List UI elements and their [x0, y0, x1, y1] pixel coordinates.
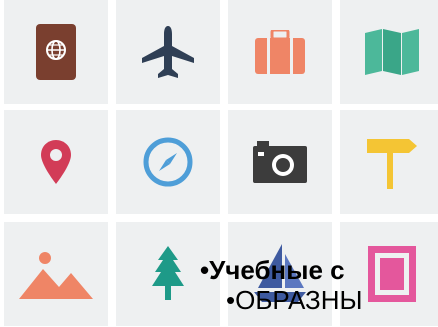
- camera-icon: [253, 141, 307, 183]
- overlay-line-1: •Учебные с: [200, 255, 345, 285]
- tile-camera: [228, 110, 332, 214]
- overlay-text: •Учебные с •ОБРАЗНЫ: [200, 255, 363, 315]
- mountains-icon: [19, 252, 93, 299]
- location-pin-icon: [41, 140, 71, 184]
- airplane-icon: [142, 26, 194, 78]
- tile-passport: [4, 0, 108, 104]
- stamp-icon: [368, 246, 416, 302]
- tile-suitcase: [228, 0, 332, 104]
- tile-mountains: [4, 222, 108, 326]
- compass-icon: [143, 137, 193, 187]
- tile-map: [340, 0, 438, 104]
- suitcase-icon: [255, 30, 305, 74]
- tile-compass: [116, 110, 220, 214]
- overlay-line-2: •ОБРАЗНЫ: [226, 285, 363, 315]
- tile-signpost: [340, 110, 438, 214]
- tile-location-pin: [4, 110, 108, 214]
- tile-airplane: [116, 0, 220, 104]
- passport-icon: [36, 24, 76, 80]
- map-icon: [365, 29, 419, 75]
- signpost-icon: [367, 139, 417, 189]
- tree-icon: [152, 246, 184, 300]
